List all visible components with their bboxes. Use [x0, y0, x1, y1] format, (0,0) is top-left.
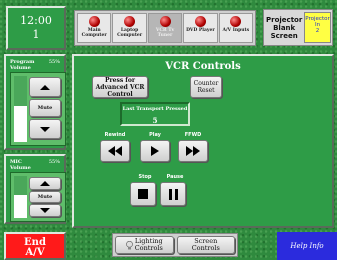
program-volume-down-button[interactable]: [29, 119, 61, 139]
light-bulb-icon: [125, 240, 133, 249]
rewind-icon: [108, 146, 122, 156]
pause-label: Pause: [166, 174, 184, 180]
source-label: Main Computer: [81, 28, 107, 38]
advanced-vcr-control-button[interactable]: Press for Advanced VCR Control: [92, 76, 148, 98]
help-info-button[interactable]: Help Info: [277, 232, 337, 260]
lighting-controls-button[interactable]: Lighting Controls: [115, 236, 174, 254]
bottom-controls-bar: Lighting Controls Screen Controls: [112, 233, 238, 257]
clock-period: 1: [32, 28, 40, 41]
source-laptop-computer[interactable]: Laptop Computer: [112, 13, 147, 43]
clock-time: 12:00: [20, 14, 52, 27]
mic-volume-percent: 55%: [48, 159, 60, 165]
arrow-down-icon: [40, 126, 50, 132]
rewind-label: Rewind: [104, 132, 126, 138]
program-volume-up-button[interactable]: [29, 77, 61, 97]
screen-label-2: Controls: [191, 244, 220, 252]
projector-controls: Projector Blank Screen Projector In 2: [263, 9, 333, 46]
stop-icon: [138, 189, 148, 199]
source-label: Laptop Computer: [117, 28, 143, 38]
arrow-down-icon: [40, 208, 50, 213]
lighting-label-2: Controls: [134, 244, 163, 252]
mic-mute-button[interactable]: Mute: [29, 191, 61, 203]
end-av-label-2: A/V: [25, 247, 45, 258]
mic-volume-title: MIC Volume: [10, 159, 31, 171]
projector-blank-screen-button[interactable]: Projector Blank Screen: [266, 12, 302, 43]
mic-volume-level: [14, 195, 27, 218]
play-label: Play: [149, 132, 161, 138]
stop-button[interactable]: [130, 182, 156, 206]
mic-volume-well: Mute: [10, 172, 66, 222]
mic-volume-panel: MIC Volume 55% Mute: [4, 154, 66, 224]
last-transport-label: Last Transport Pressed: [122, 106, 188, 112]
source-label: DVD Player: [186, 28, 215, 33]
fast-forward-icon: [186, 146, 200, 156]
source-selector-bar: Main Computer Laptop Computer VCR Tv Tun…: [74, 10, 256, 46]
mic-volume-down-button[interactable]: [29, 204, 61, 217]
vcr-controls-panel: VCR Controls Press for Advanced VCR Cont…: [72, 54, 334, 228]
last-transport-display: Last Transport Pressed 5: [120, 102, 190, 126]
source-vcr-tv-tuner[interactable]: VCR Tv Tuner: [147, 13, 183, 43]
source-label: VCR Tv Tuner: [155, 28, 175, 38]
arrow-up-icon: [40, 181, 50, 186]
projector-input-value: 2: [315, 28, 320, 34]
ffwd-label: FFWD: [184, 132, 202, 138]
page-title: VCR Controls: [165, 61, 241, 72]
rewind-button[interactable]: [100, 140, 130, 162]
screen-controls-button[interactable]: Screen Controls: [176, 236, 235, 254]
source-av-inputs[interactable]: A/V Inputs: [218, 13, 254, 43]
program-volume-well: Mute: [10, 72, 66, 146]
indicator-led-icon: [88, 16, 100, 27]
last-transport-value: 5: [152, 116, 158, 125]
program-volume-percent: 55%: [48, 59, 60, 65]
source-dvd-player[interactable]: DVD Player: [183, 13, 218, 43]
pause-button[interactable]: [160, 182, 186, 206]
arrow-up-icon: [40, 84, 50, 90]
screen-controls-label: Screen Controls: [192, 238, 220, 252]
program-volume-panel: Program Volume 55% Mute: [4, 54, 66, 150]
mic-volume-up-button[interactable]: [29, 177, 61, 190]
lighting-controls-label: Lighting Controls: [135, 238, 163, 252]
program-mute-button[interactable]: Mute: [29, 99, 61, 117]
indicator-led-icon: [124, 16, 136, 27]
program-volume-title: Program Volume: [10, 59, 35, 71]
source-main-computer[interactable]: Main Computer: [77, 13, 112, 43]
play-button[interactable]: [140, 140, 170, 162]
indicator-led-icon: [230, 16, 242, 27]
pause-icon: [168, 188, 178, 200]
end-av-button[interactable]: End A/V: [4, 232, 66, 260]
projector-input-button[interactable]: Projector In 2: [304, 12, 331, 43]
program-volume-level: [14, 106, 27, 142]
stop-label: Stop: [138, 174, 152, 180]
ffwd-button[interactable]: [178, 140, 208, 162]
indicator-led-icon: [159, 16, 171, 27]
play-icon: [151, 146, 159, 156]
counter-reset-button[interactable]: Counter Reset: [190, 76, 222, 98]
source-label: A/V Inputs: [222, 28, 250, 33]
clock-display: 12:00 1: [6, 6, 66, 50]
indicator-led-icon: [194, 16, 206, 27]
